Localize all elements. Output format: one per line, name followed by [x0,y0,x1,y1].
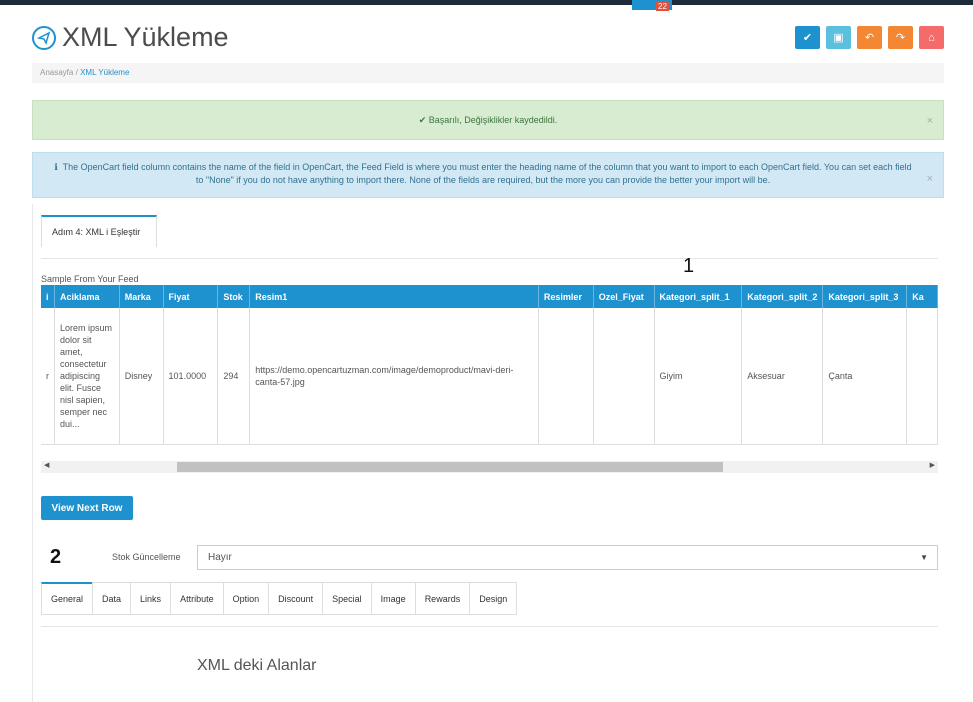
scrollbar-thumb[interactable] [177,462,723,472]
table-cell: r [41,308,55,445]
column-header: Ka [906,285,938,308]
tab-option[interactable]: Option [222,582,269,615]
column-header: Kategori_split_3 [822,285,908,308]
breadcrumb-current[interactable]: XML Yükleme [80,68,129,77]
annotation-number: 1 [683,255,695,277]
check-circle-icon: ✔ [418,114,429,125]
table-cell [593,308,655,445]
column-header: Kategori_split_2 [741,285,824,308]
section-title: XML deki Alanlar [197,657,317,674]
home-icon: ⌂ [928,31,935,44]
tab-design[interactable]: Design [469,582,518,615]
view-next-row-button[interactable]: View Next Row [41,496,133,520]
share-icon [32,26,56,50]
save-icon: ▣ [833,32,844,44]
table-cell: Çanta [822,308,908,445]
notification-badge[interactable]: 22 [656,2,669,11]
column-header: Fiyat [163,285,219,308]
page-title: XML Yükleme [62,22,229,52]
breadcrumb: Anasayfa / XML Yükleme [32,63,944,83]
column-header: Kategori_split_1 [654,285,743,308]
home-button[interactable]: ⌂ [919,26,944,49]
tab-divider [41,258,938,259]
close-icon[interactable]: × [927,173,933,186]
forward-icon: ↷ [895,32,906,44]
scroll-left-icon[interactable]: ◀ [44,461,49,469]
table-cell [538,308,594,445]
sample-table-wrap: i Aciklama Marka Fiyat Stok Resim1 Resim… [41,285,938,449]
table-cell: 294 [217,308,251,445]
content-panel [32,204,944,702]
info-alert: ℹ The OpenCart field column contains the… [32,152,944,198]
product-tabs: General Data Links Attribute Option Disc… [41,582,518,615]
back-button[interactable]: ↶ [857,26,882,49]
table-cell: https://demo.opencartuzman.com/image/dem… [249,308,539,445]
check-icon: ✔ [802,32,813,44]
tab-data[interactable]: Data [92,582,131,615]
page-header: XML Yükleme ✔ ▣ ↶ ↷ ⌂ [32,22,944,62]
info-message: The OpenCart field column contains the n… [62,162,912,185]
sample-table: i Aciklama Marka Fiyat Stok Resim1 Resim… [41,285,938,445]
save-check-button[interactable]: ✔ [795,26,820,49]
tab-general[interactable]: General [41,582,93,615]
breadcrumb-home[interactable]: Anasayfa [40,68,73,77]
action-buttons: ✔ ▣ ↶ ↷ ⌂ [795,26,944,49]
reply-icon: ↶ [864,32,875,44]
column-header: i [41,285,55,308]
column-header: Resim1 [249,285,539,308]
tab-step-4[interactable]: Adım 4: XML i Eşleştir [41,215,157,247]
table-cell: Aksesuar [741,308,824,445]
tab-links[interactable]: Links [130,582,171,615]
save-button[interactable]: ▣ [826,26,851,49]
column-header: Ozel_Fiyat [593,285,655,308]
caret-down-icon: ▼ [920,553,928,562]
table-cell [906,308,938,445]
table-cell: 101.0000 [163,308,219,445]
scroll-right-icon[interactable]: ▶ [930,461,935,469]
column-header: Stok [217,285,251,308]
tab-discount[interactable]: Discount [268,582,323,615]
horizontal-scrollbar[interactable]: ◀ ▶ [41,461,938,473]
table-row: r Lorem ipsum dolor sit amet, consectetu… [41,308,938,445]
annotation-number: 2 [50,546,62,568]
success-alert: ✔ Başarılı, Değişiklikler kaydedildi. × [32,100,944,140]
table-cell: Disney [119,308,164,445]
table-cell: Lorem ipsum dolor sit amet, consectetur … [54,308,120,445]
column-header: Marka [119,285,164,308]
navbar-strip [0,0,973,5]
table-cell: Giyim [654,308,743,445]
top-navbar: 22 [0,0,973,11]
success-message: Başarılı, Değişiklikler kaydedildi. [428,115,558,125]
tab-attribute[interactable]: Attribute [170,582,223,615]
stok-guncelleme-label: Stok Güncelleme [112,552,181,562]
info-circle-icon: ℹ [54,162,61,172]
close-icon[interactable]: × [927,115,933,127]
stok-guncelleme-select[interactable]: Hayır ▼ [197,545,938,570]
tab-image[interactable]: Image [370,582,415,615]
tab-special[interactable]: Special [322,582,371,615]
column-header: Aciklama [54,285,120,308]
tabs-divider [41,626,938,627]
tab-rewards[interactable]: Rewards [414,582,470,615]
breadcrumb-separator: / [75,68,78,77]
column-header: Resimler [538,285,594,308]
select-value: Hayır [208,552,232,563]
sample-label: Sample From Your Feed [41,274,139,284]
forward-button[interactable]: ↷ [888,26,913,49]
table-header-row: i Aciklama Marka Fiyat Stok Resim1 Resim… [41,285,938,308]
